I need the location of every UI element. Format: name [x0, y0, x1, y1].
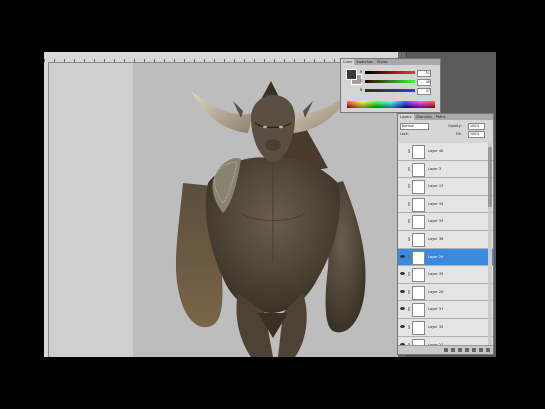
layer-thumbnail: [412, 180, 425, 195]
visibility-eye-icon[interactable]: [400, 306, 405, 311]
layer-name[interactable]: Layer 40: [428, 149, 443, 153]
layer-link-icon: [408, 236, 410, 241]
layer-row[interactable]: Layer 29: [398, 248, 493, 267]
red-value[interactable]: 51: [417, 70, 431, 77]
layer-thumbnail: [412, 232, 425, 247]
layer-thumbnail: [412, 268, 425, 283]
layer-link-icon: [408, 272, 410, 277]
blue-slider[interactable]: B 47: [360, 88, 431, 95]
layer-link-icon: [408, 184, 410, 189]
lock-label: Lock:: [400, 132, 409, 136]
slider-label: G: [360, 79, 363, 83]
layer-name[interactable]: Layer 31: [428, 307, 443, 311]
trash-icon[interactable]: [486, 348, 490, 352]
layer-name[interactable]: Layer 34: [428, 202, 443, 206]
slider-label: B: [360, 88, 363, 92]
layer-thumbnail: [412, 285, 425, 300]
opacity-input[interactable]: 100%: [468, 123, 485, 130]
visibility-eye-icon[interactable]: [400, 289, 405, 294]
layer-name[interactable]: Layer 35: [428, 272, 443, 276]
layer-thumbnail: [412, 197, 425, 212]
green-slider[interactable]: G 48: [360, 79, 431, 86]
visibility-eye-icon[interactable]: [400, 148, 405, 153]
layer-link-icon: [408, 219, 410, 224]
layers-panel: Layers Channels Paths Normal Opacity: 10…: [397, 113, 494, 355]
layer-name[interactable]: Layer 3: [428, 167, 441, 171]
tab-channels[interactable]: Channels: [414, 114, 434, 120]
layer-thumbnail: [412, 250, 425, 265]
layer-row[interactable]: Layer 32: [398, 318, 493, 337]
layer-row[interactable]: Layer 33: [398, 213, 493, 231]
color-panel-tabs: Color Swatches Styles: [341, 59, 440, 65]
layer-link-icon: [408, 254, 410, 259]
visibility-eye-icon[interactable]: [400, 218, 405, 223]
tab-styles[interactable]: Styles: [375, 59, 390, 65]
visibility-eye-icon[interactable]: [400, 166, 405, 171]
opacity-label: Opacity:: [448, 124, 462, 128]
visibility-eye-icon[interactable]: [400, 324, 405, 329]
layer-row[interactable]: Layer 34: [398, 195, 493, 214]
tab-paths[interactable]: Paths: [434, 114, 448, 120]
layer-name[interactable]: Layer 29: [428, 255, 443, 259]
layer-thumbnail: [412, 303, 425, 318]
foreground-color-swatch[interactable]: [346, 69, 357, 80]
layer-row[interactable]: Layer 26: [398, 283, 493, 302]
visibility-eye-icon[interactable]: [400, 236, 405, 241]
layer-row[interactable]: Layer 40: [398, 143, 493, 161]
color-spectrum-ramp[interactable]: [347, 101, 435, 108]
layer-name[interactable]: Layer 33: [428, 219, 443, 223]
layer-name[interactable]: Layer 32: [428, 325, 443, 329]
layer-style-icon[interactable]: [451, 348, 455, 352]
layer-thumbnail: [412, 145, 425, 159]
adjustment-layer-icon[interactable]: [465, 348, 469, 352]
new-layer-icon[interactable]: [479, 348, 483, 352]
visibility-eye-icon[interactable]: [400, 254, 405, 259]
color-panel: Color Swatches Styles R 51 G 48 B 47: [340, 58, 441, 113]
visibility-eye-icon[interactable]: [400, 201, 405, 206]
new-group-icon[interactable]: [472, 348, 476, 352]
layer-row[interactable]: Layer 3: [398, 160, 493, 179]
fill-label: Fill:: [456, 132, 462, 136]
blue-value[interactable]: 47: [417, 88, 431, 95]
tab-layers[interactable]: Layers: [398, 114, 414, 120]
layer-row[interactable]: Layer 31: [398, 301, 493, 319]
layers-panel-tabs: Layers Channels Paths: [398, 114, 493, 120]
add-mask-icon[interactable]: [458, 348, 462, 352]
layer-row[interactable]: Layer 36: [398, 230, 493, 249]
layer-row[interactable]: Layer 27: [398, 336, 493, 345]
layer-link-icon: [408, 289, 410, 294]
layer-row[interactable]: Layer 15: [398, 178, 493, 196]
green-value[interactable]: 48: [417, 79, 431, 86]
layer-link-icon: [408, 307, 410, 312]
layers-scrollbar[interactable]: [488, 143, 492, 345]
red-slider[interactable]: R 51: [360, 70, 431, 77]
layer-link-icon: [408, 149, 410, 153]
fill-input[interactable]: 100%: [468, 131, 485, 138]
layer-name[interactable]: Layer 15: [428, 184, 443, 188]
visibility-eye-icon[interactable]: [400, 271, 405, 276]
link-layers-icon[interactable]: [444, 348, 448, 352]
layer-controls: Normal Opacity: 100% Lock: Fill: 100%: [398, 121, 493, 141]
layer-name[interactable]: Layer 26: [428, 290, 443, 294]
layer-list: Layer 40 Layer 3 Layer 15 Layer 34 Layer 33 L…: [398, 143, 493, 345]
layer-link-icon: [408, 201, 410, 206]
layer-thumbnail: [412, 320, 425, 335]
blend-mode-dropdown[interactable]: Normal: [400, 123, 429, 130]
layer-row[interactable]: Layer 35: [398, 266, 493, 284]
layers-panel-footer: [398, 345, 493, 354]
pasteboard: [49, 63, 133, 357]
layer-link-icon: [408, 166, 410, 171]
tab-color[interactable]: Color: [341, 59, 355, 65]
layer-thumbnail: [412, 215, 425, 230]
visibility-eye-icon[interactable]: [400, 183, 405, 188]
layer-name[interactable]: Layer 36: [428, 237, 443, 241]
slider-label: R: [360, 70, 363, 74]
layer-thumbnail: [412, 162, 425, 177]
tab-swatches[interactable]: Swatches: [354, 59, 375, 65]
layer-link-icon: [408, 324, 410, 329]
